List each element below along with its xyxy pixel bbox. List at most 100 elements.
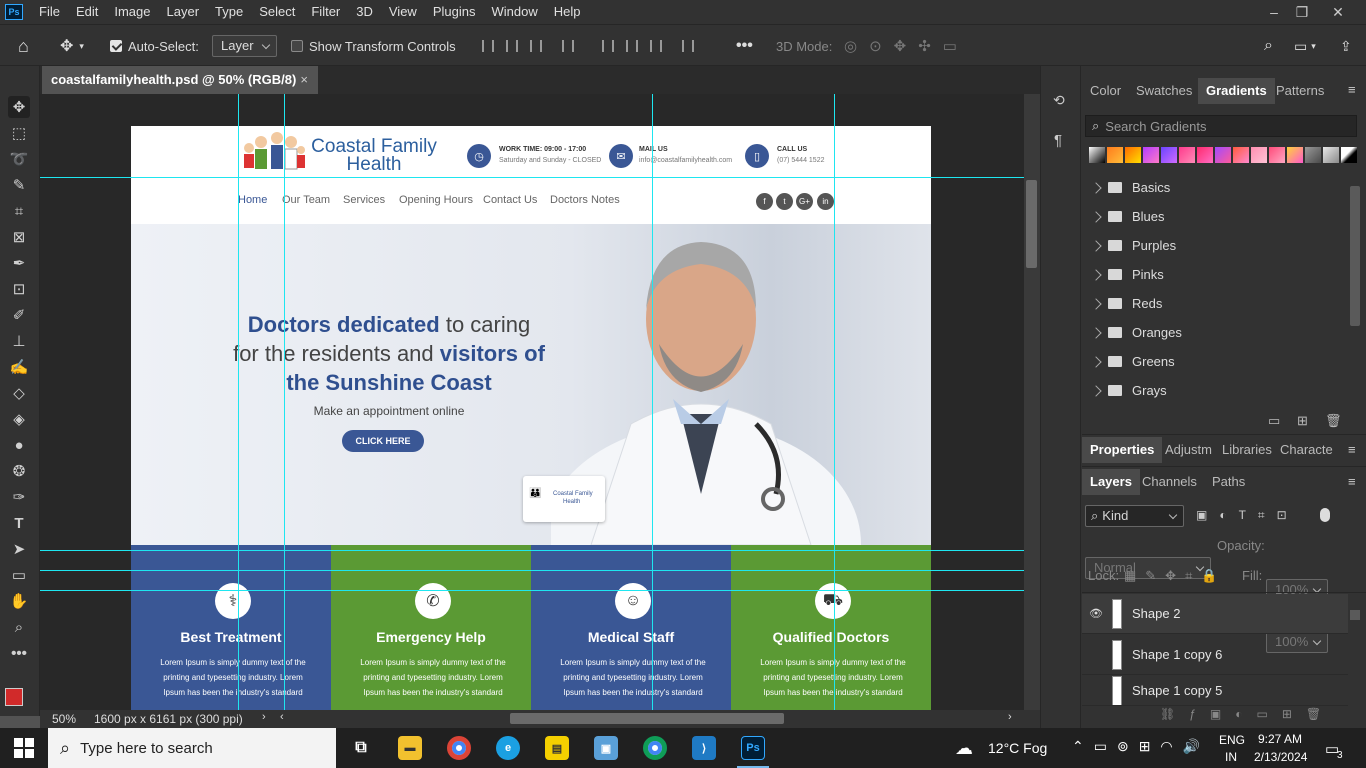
gradient-folder-purples[interactable]: Purples: [1082, 231, 1350, 260]
tab-properties[interactable]: Properties: [1082, 437, 1163, 463]
file-explorer-icon[interactable]: ▬: [398, 736, 422, 760]
new-folder-icon[interactable]: ▭: [1268, 413, 1280, 429]
clock-time[interactable]: 9:27 AM: [1258, 732, 1302, 746]
type-tool-icon[interactable]: T: [8, 512, 30, 534]
menu-plugins[interactable]: Plugins: [425, 0, 484, 24]
scroll-left-arrow-icon[interactable]: ‹: [280, 711, 284, 723]
gradient-folder-pinks[interactable]: Pinks: [1082, 260, 1350, 289]
document-info[interactable]: 1600 px x 6161 px (300 ppi): [94, 712, 243, 726]
show-transform-controls-checkbox[interactable]: Show Transform Controls: [291, 25, 456, 67]
clock-date[interactable]: 2/13/2024: [1254, 750, 1307, 764]
photoshop-taskbar-icon[interactable]: Ps: [741, 736, 765, 760]
layer-row[interactable]: ▢ Shape 1 copy 5: [1082, 676, 1348, 706]
eye-hidden-icon[interactable]: ▢: [1082, 684, 1110, 697]
eyedropper-tool-icon[interactable]: ✒: [8, 252, 30, 274]
gradient-folder-grays[interactable]: Grays: [1082, 376, 1350, 405]
gradient-swatch[interactable]: [1179, 147, 1195, 163]
notification-count[interactable]: 3: [1337, 750, 1343, 761]
eye-hidden-icon[interactable]: ▢: [1082, 648, 1110, 661]
new-gradient-icon[interactable]: ⊞: [1297, 413, 1308, 429]
close-button[interactable]: ✕: [1322, 0, 1354, 24]
menu-help[interactable]: Help: [546, 0, 589, 24]
paint-bucket-tool-icon[interactable]: ◈: [8, 408, 30, 430]
clone-stamp-tool-icon[interactable]: ⊥: [8, 330, 30, 352]
layer-filter-icons[interactable]: ▣◐T⌗⊡: [1196, 508, 1299, 523]
taskbar-search-box[interactable]: ⌕ Type here to search: [48, 728, 336, 768]
align-right-icon[interactable]: [530, 40, 542, 52]
menu-type[interactable]: Type: [207, 0, 251, 24]
gradient-folder-blues[interactable]: Blues: [1082, 202, 1350, 231]
vertical-scroll-thumb[interactable]: [1026, 180, 1037, 268]
gradient-folder-greens[interactable]: Greens: [1082, 347, 1350, 376]
panel-menu-icon[interactable]: ≡: [1348, 474, 1356, 489]
zoom-tool-icon[interactable]: ⌕: [8, 616, 30, 638]
chrome-profile-icon[interactable]: [643, 736, 667, 760]
panel-menu-icon[interactable]: ≡: [1348, 82, 1356, 97]
crop-tool-icon[interactable]: ⌗: [8, 200, 30, 222]
gradient-swatch[interactable]: [1107, 147, 1123, 163]
align-left-icon[interactable]: [482, 40, 494, 52]
guide-horizontal[interactable]: [40, 550, 1024, 551]
tab-patterns[interactable]: Patterns: [1268, 78, 1332, 104]
gradient-swatch[interactable]: [1215, 147, 1231, 163]
lock-icons[interactable]: ▦✎✥⌗🔒: [1124, 568, 1227, 584]
panel-menu-icon[interactable]: ≡: [1348, 442, 1356, 457]
align-middle-icon[interactable]: [626, 40, 638, 52]
tray-icons[interactable]: ⌃▭⊚⊞◠🔊: [1072, 738, 1210, 755]
status-menu-arrow-icon[interactable]: ›: [262, 711, 266, 723]
move-tool-preset-icon[interactable]: ✥ ▾: [60, 25, 84, 67]
guide-vertical[interactable]: [284, 94, 285, 710]
guide-horizontal[interactable]: [40, 177, 1024, 178]
auto-select-target-dropdown[interactable]: Layer: [212, 35, 277, 57]
gradients-scrollbar[interactable]: [1350, 186, 1360, 326]
tab-layers[interactable]: Layers: [1082, 469, 1140, 495]
weather-text[interactable]: 12°C Fog: [988, 740, 1047, 756]
menu-image[interactable]: Image: [106, 0, 158, 24]
gradient-swatch[interactable]: [1161, 147, 1177, 163]
healing-brush-tool-icon[interactable]: ⊡: [8, 278, 30, 300]
menu-3d[interactable]: 3D: [348, 0, 381, 24]
scroll-right-arrow-icon[interactable]: ›: [1008, 711, 1012, 723]
gradient-swatch[interactable]: [1251, 147, 1267, 163]
guide-vertical[interactable]: [652, 94, 653, 710]
layers-scrollbar[interactable]: [1350, 610, 1360, 620]
edge-icon[interactable]: e: [496, 736, 520, 760]
photos-icon[interactable]: ▣: [594, 736, 618, 760]
gradient-swatch[interactable]: [1143, 147, 1159, 163]
restore-button[interactable]: ❐: [1286, 0, 1318, 24]
close-document-icon[interactable]: ×: [300, 66, 308, 94]
guide-vertical[interactable]: [834, 94, 835, 710]
tab-adjustments[interactable]: Adjustm: [1157, 437, 1220, 463]
windows-start-icon[interactable]: [14, 738, 34, 758]
layer-row[interactable]: 👁 Shape 2: [1082, 594, 1348, 634]
gradient-swatch[interactable]: [1089, 147, 1105, 163]
menu-layer[interactable]: Layer: [159, 0, 208, 24]
document-tab[interactable]: coastalfamilyhealth.psd @ 50% (RGB/8) ×: [42, 66, 318, 94]
distribute-icon[interactable]: [562, 40, 574, 52]
menu-view[interactable]: View: [381, 0, 425, 24]
distribute-vertical-icon[interactable]: [682, 40, 694, 52]
tab-gradients[interactable]: Gradients: [1198, 78, 1275, 104]
paragraph-icon[interactable]: ¶: [1054, 132, 1062, 149]
more-tools-icon[interactable]: •••: [8, 642, 30, 664]
layer-row[interactable]: ▢ Shape 1 copy 6: [1082, 635, 1348, 675]
gradient-swatch[interactable]: [1305, 147, 1321, 163]
gradient-swatch[interactable]: [1323, 147, 1339, 163]
gradient-swatch[interactable]: [1197, 147, 1213, 163]
pen-tool-icon[interactable]: ✑: [8, 486, 30, 508]
gradient-swatch[interactable]: [1233, 147, 1249, 163]
gradient-swatch[interactable]: [1341, 147, 1357, 163]
tab-paths[interactable]: Paths: [1204, 469, 1253, 495]
gradient-swatch[interactable]: [1269, 147, 1285, 163]
search-icon[interactable]: ⌕: [1264, 25, 1273, 67]
filter-toggle-icon[interactable]: [1320, 508, 1330, 522]
tab-libraries[interactable]: Libraries: [1214, 437, 1280, 463]
guide-horizontal[interactable]: [40, 590, 1024, 591]
menu-edit[interactable]: Edit: [68, 0, 106, 24]
share-icon[interactable]: ⇪: [1340, 25, 1352, 67]
align-top-icon[interactable]: [602, 40, 614, 52]
rectangle-tool-icon[interactable]: ▭: [8, 564, 30, 586]
blur-tool-icon[interactable]: ●: [8, 434, 30, 456]
quick-select-tool-icon[interactable]: ✎: [8, 174, 30, 196]
workspace-icon[interactable]: ▭ ▾: [1294, 25, 1316, 67]
